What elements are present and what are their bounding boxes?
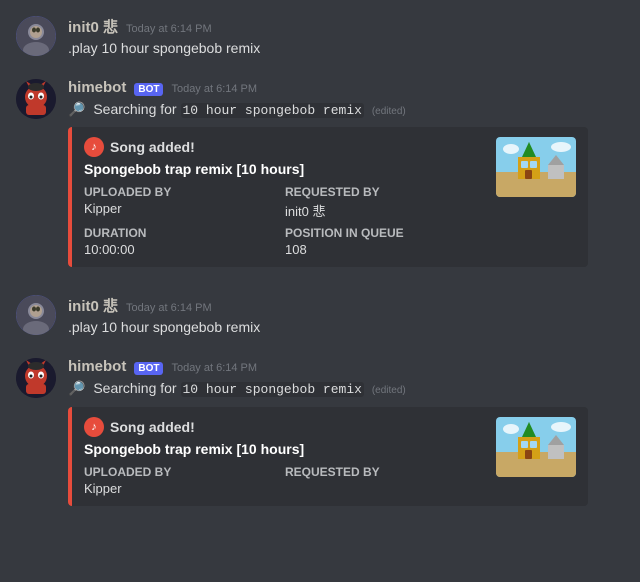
search-line-2: 🔎 Searching for 10 hour spongebob remix … (68, 377, 624, 401)
embed-title-row-2: ♪ Song added! (84, 417, 486, 437)
message-text-3: .play 10 hour spongebob remix (68, 318, 624, 338)
magnifier-icon-2: 🔎 (68, 380, 85, 396)
edited-tag-2: (edited) (372, 385, 406, 396)
embed-label-duration: Duration (84, 226, 285, 240)
divider-1 (0, 271, 640, 279)
username-2: himebot (68, 79, 126, 96)
magnifier-icon-1: 🔎 (68, 101, 85, 117)
message-group-1: init0 悲 Today at 6:14 PM .play 10 hour s… (0, 0, 640, 63)
searching-prefix-1: Searching for (93, 101, 180, 117)
embed-title-row-1: ♪ Song added! (84, 137, 486, 157)
message-content-1: init0 悲 Today at 6:14 PM .play 10 hour s… (68, 16, 624, 59)
search-line-1: 🔎 Searching for 10 hour spongebob remix … (68, 98, 624, 122)
embed-thumbnail-2 (496, 417, 576, 477)
embed-field-position: Position in queue 108 (285, 226, 486, 257)
embed-fields-2: Uploaded by Kipper Requested by (84, 465, 486, 496)
embed-fields-1: Uploaded by Kipper Requested by init0 悲 … (84, 185, 486, 257)
edited-tag-1: (edited) (372, 106, 406, 117)
message-group-3: init0 悲 Today at 6:14 PM .play 10 hour s… (0, 279, 640, 342)
embed-body-1: ♪ Song added! Spongebob trap remix [10 h… (84, 137, 486, 257)
embed-label-requested-by-2: Requested by (285, 465, 486, 479)
embed-song-added-2: Song added! (110, 419, 195, 435)
music-icon-1: ♪ (84, 137, 104, 157)
embed-field-requested-by: Requested by init0 悲 (285, 185, 486, 220)
avatar-bot-1 (16, 79, 56, 119)
timestamp-2: Today at 6:14 PM (171, 83, 257, 95)
avatar-user-2 (16, 295, 56, 335)
timestamp-1: Today at 6:14 PM (126, 23, 212, 35)
embed-field-uploaded-by: Uploaded by Kipper (84, 185, 285, 220)
embed-field-requested-by-2: Requested by (285, 465, 486, 496)
message-header-4: himebot BOT Today at 6:14 PM (68, 358, 624, 375)
message-text-1: .play 10 hour spongebob remix (68, 39, 624, 59)
message-group-2: himebot BOT Today at 6:14 PM 🔎 Searching… (0, 63, 640, 272)
embed-value-requested-by: init0 悲 (285, 201, 486, 220)
username-3: init0 悲 (68, 295, 118, 316)
embed-body-2: ♪ Song added! Spongebob trap remix [10 h… (84, 417, 486, 496)
message-content-4: himebot BOT Today at 6:14 PM 🔎 Searching… (68, 358, 624, 506)
avatar-user-1 (16, 16, 56, 56)
embed-value-position: 108 (285, 242, 486, 257)
message-group-4: himebot BOT Today at 6:14 PM 🔎 Searching… (0, 342, 640, 510)
avatar-bot-2 (16, 358, 56, 398)
search-query-2: 10 hour spongebob remix (181, 382, 364, 397)
message-header-2: himebot BOT Today at 6:14 PM (68, 79, 624, 96)
embed-label-uploaded-by: Uploaded by (84, 185, 285, 199)
embed-thumbnail-1 (496, 137, 576, 197)
music-icon-2: ♪ (84, 417, 104, 437)
timestamp-3: Today at 6:14 PM (126, 302, 212, 314)
bot-badge-2: BOT (134, 362, 163, 375)
embed-value-uploaded-by-2: Kipper (84, 481, 285, 496)
searching-prefix-2: Searching for (93, 380, 180, 396)
embed-song-added-1: Song added! (110, 139, 195, 155)
search-query-1: 10 hour spongebob remix (181, 103, 364, 118)
embed-song-title-2: Spongebob trap remix [10 hours] (84, 441, 486, 457)
message-content-2: himebot BOT Today at 6:14 PM 🔎 Searching… (68, 79, 624, 268)
message-header-3: init0 悲 Today at 6:14 PM (68, 295, 624, 316)
embed-field-uploaded-by-2: Uploaded by Kipper (84, 465, 285, 496)
username-1: init0 悲 (68, 16, 118, 37)
embed-label-uploaded-by-2: Uploaded by (84, 465, 285, 479)
bot-badge-1: BOT (134, 83, 163, 96)
embed-label-requested-by: Requested by (285, 185, 486, 199)
embed-field-duration: Duration 10:00:00 (84, 226, 285, 257)
message-content-3: init0 悲 Today at 6:14 PM .play 10 hour s… (68, 295, 624, 338)
embed-card-1: ♪ Song added! Spongebob trap remix [10 h… (68, 127, 588, 267)
embed-card-2: ♪ Song added! Spongebob trap remix [10 h… (68, 407, 588, 506)
embed-value-duration: 10:00:00 (84, 242, 285, 257)
username-4: himebot (68, 358, 126, 375)
timestamp-4: Today at 6:14 PM (171, 362, 257, 374)
embed-value-uploaded-by: Kipper (84, 201, 285, 216)
embed-song-title-1: Spongebob trap remix [10 hours] (84, 161, 486, 177)
message-header-1: init0 悲 Today at 6:14 PM (68, 16, 624, 37)
embed-label-position: Position in queue (285, 226, 486, 240)
